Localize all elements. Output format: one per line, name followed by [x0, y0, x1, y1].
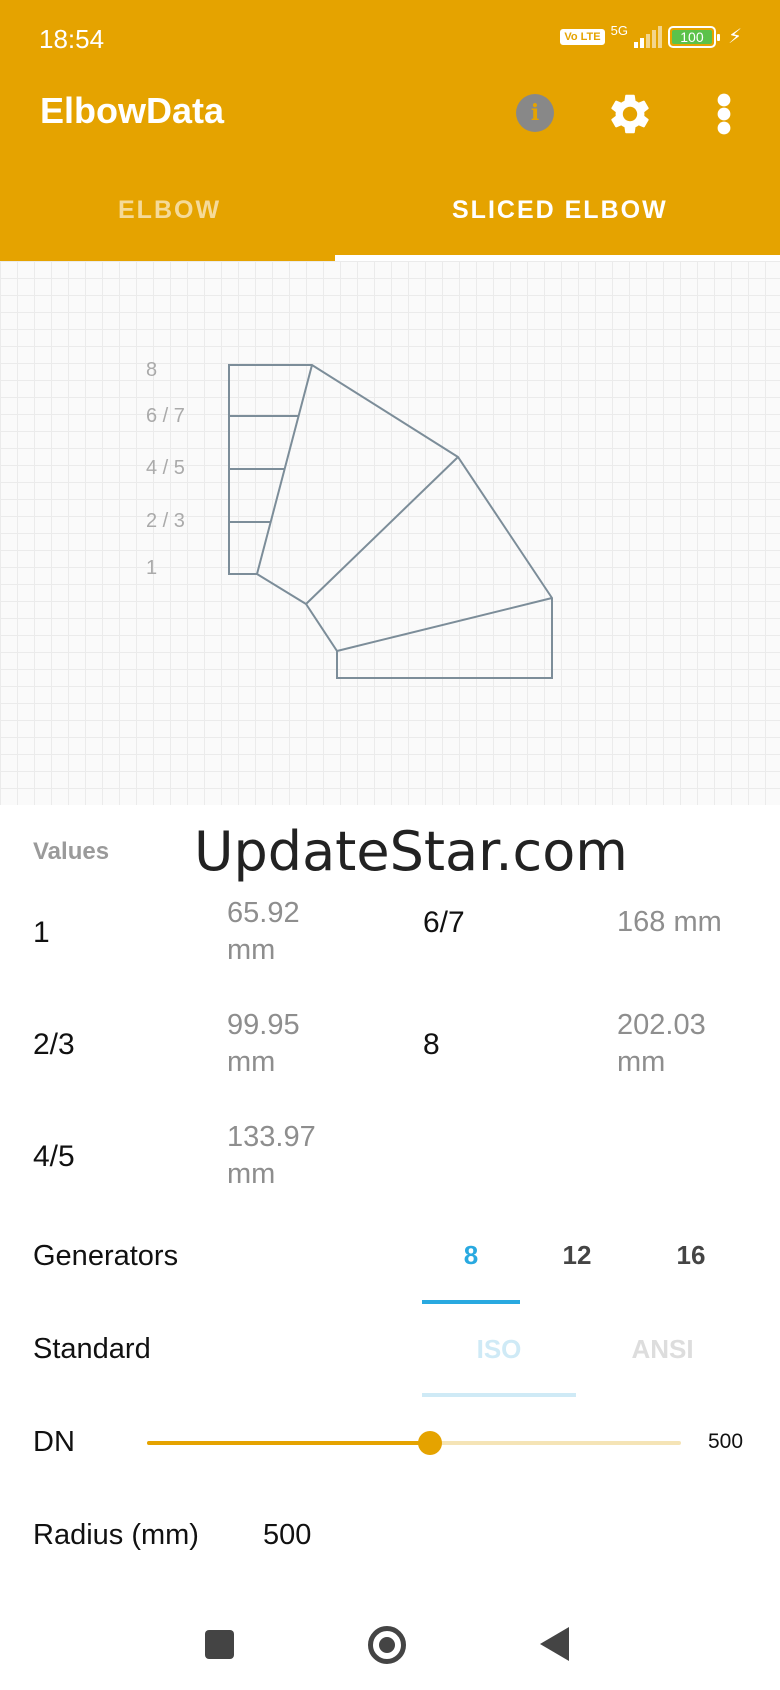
tab-sliced-elbow[interactable]: SLICED ELBOW	[452, 196, 668, 225]
value-8: 202.03 mm	[617, 1009, 706, 1078]
standard-label: Standard	[33, 1333, 151, 1365]
signal-icon	[633, 25, 662, 48]
generators-option-16[interactable]: 16	[652, 1240, 730, 1271]
value-key-1: 1	[33, 916, 50, 949]
tab-elbow[interactable]: ELBOW	[118, 196, 221, 225]
radius-label: Radius (mm)	[33, 1519, 199, 1551]
network-type: 5G	[610, 23, 628, 38]
app-bar: 18:54 Vo LTE 5G 100 ⚡ ElbowData i ELBOW …	[0, 0, 780, 261]
value-6-7: 168 mm	[617, 906, 722, 938]
info-icon[interactable]: i	[516, 94, 554, 132]
app-title: ElbowData	[40, 90, 225, 131]
volte-icon: Vo LTE	[560, 28, 605, 45]
watermark: UpdateStar.com	[194, 820, 628, 883]
dn-label: DN	[33, 1426, 75, 1458]
gear-icon[interactable]	[606, 90, 654, 138]
sliced-elbow-diagram: 8 6 / 7 4 / 5 2 / 3 1	[146, 359, 553, 679]
generators-option-8[interactable]: 8	[422, 1240, 520, 1271]
value-key-6-7: 6/7	[423, 906, 465, 939]
radius-value[interactable]: 500	[263, 1519, 311, 1552]
recent-apps-button[interactable]	[205, 1630, 234, 1659]
standard-option-ansi[interactable]: ANSI	[590, 1334, 735, 1365]
diagram-label-6-7: 6 / 7	[146, 405, 185, 427]
value-key-2-3: 2/3	[33, 1028, 75, 1061]
standard-selected-indicator	[422, 1393, 576, 1397]
charging-icon: ⚡	[727, 26, 742, 48]
dn-value: 500	[708, 1430, 744, 1453]
value-key-4-5: 4/5	[33, 1140, 75, 1173]
more-vertical-icon[interactable]	[712, 90, 736, 138]
status-time: 18:54	[39, 24, 105, 54]
value-1: 65.92 mm	[227, 897, 300, 966]
value-2-3: 99.95 mm	[227, 1009, 300, 1078]
standard-option-iso[interactable]: ISO	[422, 1334, 576, 1365]
value-4-5: 133.97 mm	[227, 1121, 316, 1190]
diagram-label-2-3: 2 / 3	[146, 510, 185, 532]
elbow-drawing: 8 6 / 7 4 / 5 2 / 3 1	[0, 261, 780, 805]
generators-label: Generators	[33, 1240, 179, 1272]
battery-icon: 100	[667, 25, 720, 48]
diagram-label-4-5: 4 / 5	[146, 457, 185, 479]
values-heading: Values	[33, 838, 110, 865]
dn-slider-thumb[interactable]	[418, 1431, 443, 1455]
home-button[interactable]	[368, 1626, 406, 1664]
status-icons: Vo LTE 5G 100 ⚡	[560, 24, 742, 49]
generators-selected-indicator	[422, 1300, 520, 1304]
dn-slider-active	[147, 1441, 431, 1445]
battery-level: 100	[680, 28, 704, 45]
diagram-label-8: 8	[146, 359, 157, 381]
diagram-label-1: 1	[146, 557, 157, 579]
generators-option-12[interactable]: 12	[540, 1240, 614, 1271]
value-key-8: 8	[423, 1028, 440, 1061]
back-button[interactable]	[540, 1627, 569, 1661]
